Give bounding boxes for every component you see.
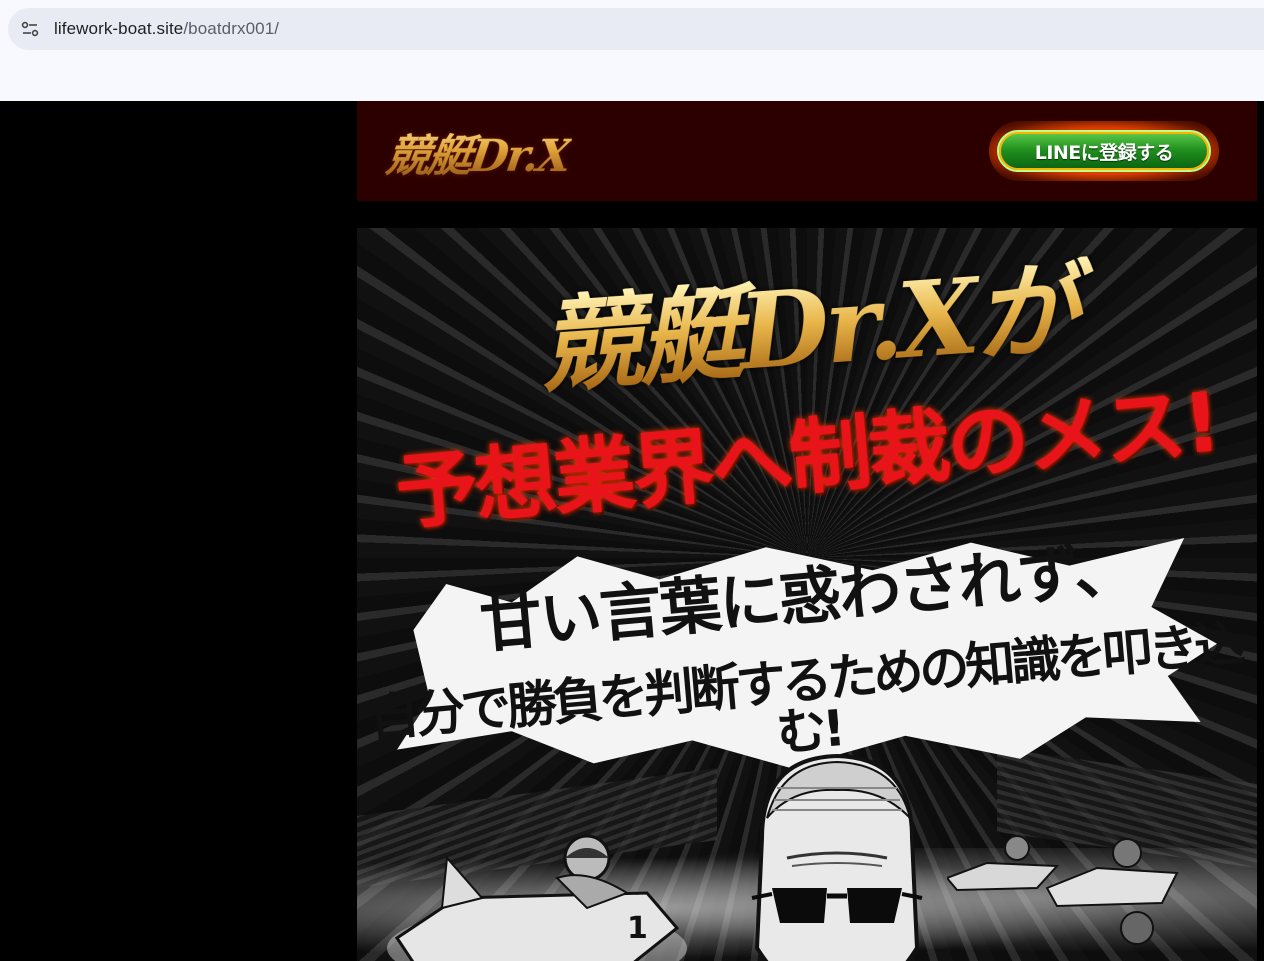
dr-x-portrait [751, 753, 923, 961]
line-register-button[interactable]: LINEに登録する [989, 121, 1219, 181]
tune-icon[interactable] [10, 8, 50, 50]
line-register-label: LINEに登録する [997, 130, 1211, 172]
url-text[interactable]: lifework-boat.site/boatdrx001/ [54, 19, 279, 39]
logo-text: 競艇Dr.X [383, 120, 575, 184]
hero-banner: 競艇Dr.Xが 予想業界へ制裁のメス! 甘い言葉に惑わされず、 自分で勝負を判断… [357, 228, 1257, 961]
address-bar[interactable]: lifework-boat.site/boatdrx001/ [8, 8, 1264, 50]
site-header: 競艇Dr.X LINEに登録する [357, 101, 1257, 201]
browser-chrome: lifework-boat.site/boatdrx001/ [0, 0, 1264, 101]
racing-boat-right-illustration [947, 835, 1179, 945]
page-viewport: 競艇Dr.X LINEに登録する 競艇Dr.Xが 予想業界へ制裁のメス! 甘い言… [0, 101, 1264, 961]
boat-number: 1 [627, 911, 648, 946]
racing-boat-left-illustration: 1 [387, 834, 687, 961]
site-logo[interactable]: 競艇Dr.X [383, 119, 597, 185]
hero-headline-red: 予想業界へ制裁のメス! [392, 375, 1222, 542]
